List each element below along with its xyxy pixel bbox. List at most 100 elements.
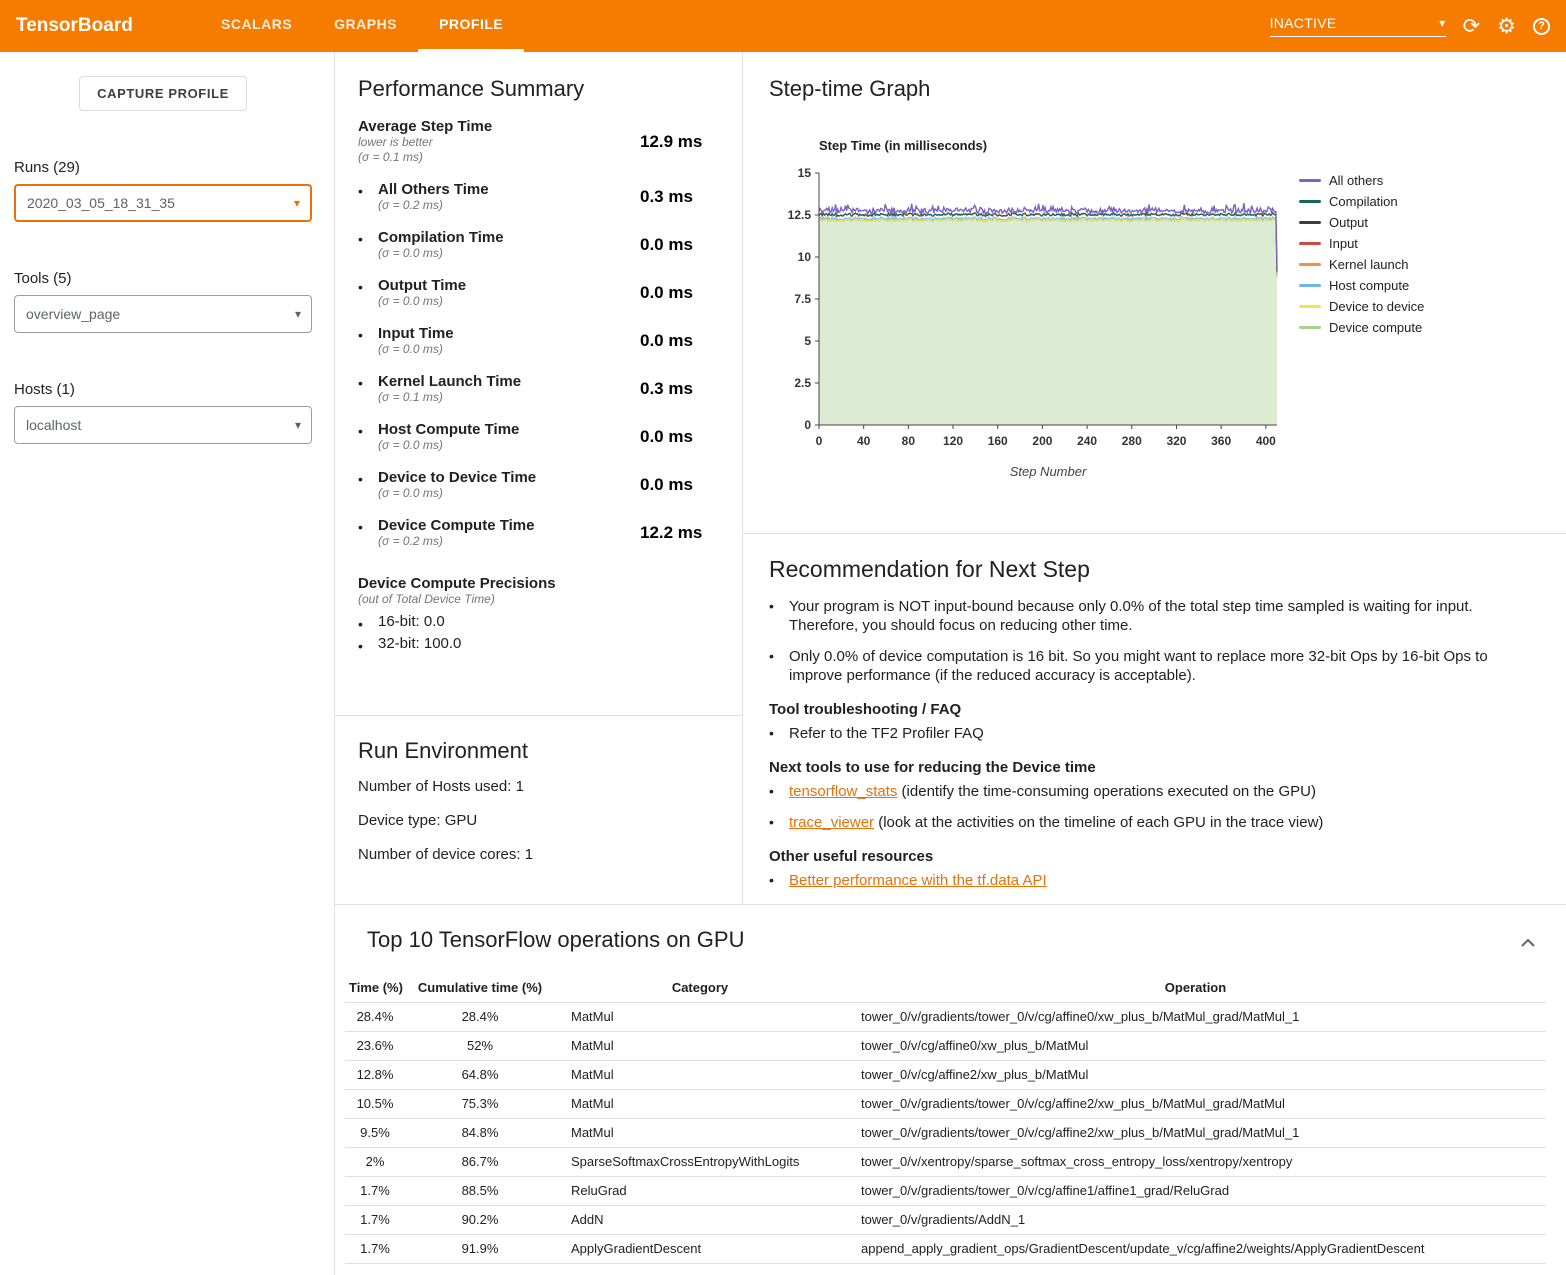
table-cell: 91.9% xyxy=(405,1234,555,1263)
chart-tick-label: 280 xyxy=(1122,434,1142,448)
chart-tick-label: 80 xyxy=(902,434,916,448)
table-cell: tower_0/v/cg/affine0/xw_plus_b/MatMul xyxy=(845,1031,1546,1060)
help-icon[interactable]: ? xyxy=(1533,18,1550,35)
run-status-dropdown[interactable]: INACTIVE ▾ xyxy=(1270,15,1446,37)
legend-label: Compilation xyxy=(1329,194,1398,209)
recommendation-bullet: •Your program is NOT input-bound because… xyxy=(769,597,1546,635)
metric-subtext: lower is better xyxy=(358,135,640,150)
metric-value: 0.3 ms xyxy=(640,187,693,207)
step-time-chart: 02.557.51012.515040801201602002402803203… xyxy=(777,163,1285,455)
table-cell: MatMul xyxy=(555,1060,845,1089)
step-time-graph-title: Step-time Graph xyxy=(769,76,1546,102)
metric-label: Input Time xyxy=(378,325,640,342)
table-cell: tower_0/v/gradients/tower_0/v/cg/affine1… xyxy=(845,1176,1546,1205)
sidebar: CAPTURE PROFILE Runs (29) 2020_03_05_18_… xyxy=(0,52,335,1275)
perf-metric-row: •Output Time(σ = 0.0 ms)0.0 ms xyxy=(358,277,724,309)
legend-swatch xyxy=(1299,221,1321,224)
refresh-icon[interactable]: ⟳ xyxy=(1463,16,1481,37)
metric-sigma: (σ = 0.0 ms) xyxy=(378,342,640,357)
chart-tick-label: 12.5 xyxy=(788,208,812,222)
table-cell: tower_0/v/gradients/tower_0/v/cg/affine2… xyxy=(845,1089,1546,1118)
metric-sigma: (σ = 0.0 ms) xyxy=(378,294,640,309)
table-cell: 28.4% xyxy=(405,1002,555,1031)
step-time-graph-section: Step-time Graph Step Time (in millisecon… xyxy=(743,52,1566,534)
legend-swatch xyxy=(1299,242,1321,245)
bullet-icon: • xyxy=(358,325,378,343)
legend-item: Compilation xyxy=(1299,191,1424,212)
bullet-icon: • xyxy=(769,597,789,635)
metric-text: Host Compute Time(σ = 0.0 ms) xyxy=(378,421,640,453)
capture-profile-button[interactable]: CAPTURE PROFILE xyxy=(79,76,247,111)
legend-item: Kernel launch xyxy=(1299,254,1424,275)
metric-label: Compilation Time xyxy=(378,229,640,246)
perf-metric-row: •Kernel Launch Time(σ = 0.1 ms)0.3 ms xyxy=(358,373,724,405)
legend-label: Device compute xyxy=(1329,320,1422,335)
recommendation-link[interactable]: Better performance with the tf.data API xyxy=(789,872,1047,889)
precision-item: •32-bit: 100.0 xyxy=(358,634,724,656)
table-cell: 90.2% xyxy=(405,1205,555,1234)
table-row: 2%86.7%SparseSoftmaxCrossEntropyWithLogi… xyxy=(345,1147,1546,1176)
hosts-value: localhost xyxy=(26,417,81,433)
metric-text: All Others Time(σ = 0.2 ms) xyxy=(378,181,640,213)
legend-item: Input xyxy=(1299,233,1424,254)
recommendation-link[interactable]: trace_viewer xyxy=(789,814,874,831)
metric-text: Kernel Launch Time(σ = 0.1 ms) xyxy=(378,373,640,405)
table-cell: tower_0/v/xentropy/sparse_softmax_cross_… xyxy=(845,1147,1546,1176)
perf-metric-row: •Device Compute Time(σ = 0.2 ms)12.2 ms xyxy=(358,517,724,549)
metric-value: 0.0 ms xyxy=(640,331,693,351)
table-cell: 86.7% xyxy=(405,1147,555,1176)
chart-tick-label: 5 xyxy=(804,334,811,348)
hosts-dropdown[interactable]: localhost ▾ xyxy=(14,406,312,444)
table-row: 12.8%64.8%MatMultower_0/v/cg/affine2/xw_… xyxy=(345,1060,1546,1089)
table-cell: 75.3% xyxy=(405,1089,555,1118)
table-cell: 88.5% xyxy=(405,1176,555,1205)
collapse-chevron-icon[interactable] xyxy=(1520,935,1536,953)
tools-dropdown[interactable]: overview_page ▾ xyxy=(14,295,312,333)
legend-swatch xyxy=(1299,284,1321,287)
column-header: Cumulative time (%) xyxy=(405,973,555,1002)
metric-value: 0.0 ms xyxy=(640,427,693,447)
chart-tick-label: 10 xyxy=(798,250,812,264)
metric-label: Host Compute Time xyxy=(378,421,640,438)
metric-value: 12.2 ms xyxy=(640,523,702,543)
bullet-icon: • xyxy=(769,647,789,685)
precision-item: •16-bit: 0.0 xyxy=(358,612,724,634)
metric-sigma: (σ = 0.0 ms) xyxy=(378,486,640,501)
metric-value: 0.0 ms xyxy=(640,475,693,495)
chevron-down-icon: ▾ xyxy=(295,418,301,432)
chart-tick-label: 360 xyxy=(1211,434,1231,448)
tab-scalars[interactable]: SCALARS xyxy=(200,0,313,52)
bullet-icon: • xyxy=(358,229,378,247)
bullet-icon: • xyxy=(769,813,789,832)
perf-metric-row: •Device to Device Time(σ = 0.0 ms)0.0 ms xyxy=(358,469,724,501)
page-layout: CAPTURE PROFILE Runs (29) 2020_03_05_18_… xyxy=(0,52,1566,1275)
metric-value: 0.0 ms xyxy=(640,235,693,255)
recommendation-link[interactable]: tensorflow_stats xyxy=(789,783,897,800)
table-cell: 1.7% xyxy=(345,1205,405,1234)
chart-tick-label: 160 xyxy=(988,434,1008,448)
settings-icon[interactable]: ⚙ xyxy=(1497,16,1516,37)
metric-sigma: (σ = 0.0 ms) xyxy=(378,246,640,261)
table-row: 1.7%91.9%ApplyGradientDescentappend_appl… xyxy=(345,1234,1546,1263)
legend-label: Device to device xyxy=(1329,299,1424,314)
metric-text: Output Time(σ = 0.0 ms) xyxy=(378,277,640,309)
legend-item: Device compute xyxy=(1299,317,1424,338)
tab-profile[interactable]: PROFILE xyxy=(418,0,524,52)
metric-label: Kernel Launch Time xyxy=(378,373,640,390)
runs-label: Runs (29) xyxy=(14,159,312,176)
header-actions: INACTIVE ▾ ⟳ ⚙ ? xyxy=(1270,15,1566,37)
metric-sigma: (σ = 0.2 ms) xyxy=(378,198,640,213)
chevron-down-icon: ▾ xyxy=(294,196,300,210)
chart-tick-label: 7.5 xyxy=(794,292,811,306)
recommendation-bullet: •Only 0.0% of device computation is 16 b… xyxy=(769,647,1546,685)
table-cell: tower_0/v/gradients/tower_0/v/cg/affine0… xyxy=(845,1002,1546,1031)
performance-summary-section: Performance Summary Average Step Time lo… xyxy=(335,52,742,716)
tab-graphs[interactable]: GRAPHS xyxy=(313,0,418,52)
runs-dropdown[interactable]: 2020_03_05_18_31_35 ▾ xyxy=(14,184,312,222)
recommendation-text: Only 0.0% of device computation is 16 bi… xyxy=(789,647,1529,685)
metric-label: Device Compute Time xyxy=(378,517,640,534)
table-cell: 2% xyxy=(345,1147,405,1176)
chart-tick-label: 240 xyxy=(1077,434,1097,448)
legend-label: Kernel launch xyxy=(1329,257,1409,272)
table-cell: ApplyGradientDescent xyxy=(555,1234,845,1263)
